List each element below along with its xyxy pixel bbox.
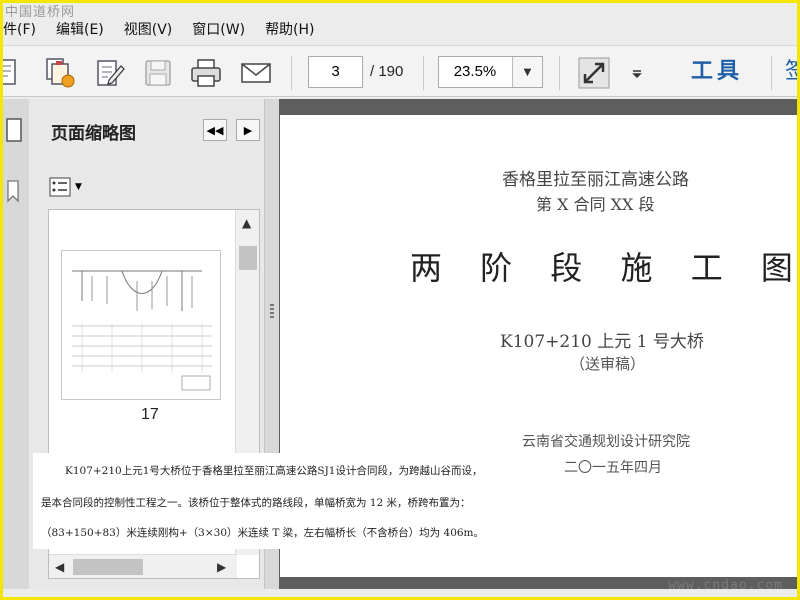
collapse-panel-button[interactable]: ◀◀	[203, 119, 227, 141]
zoom-select[interactable]: 23.5% ▼	[438, 56, 543, 88]
site-url-watermark: www.cndao.com	[668, 578, 783, 593]
options-list-icon	[49, 177, 71, 197]
panel-title: 页面缩略图	[51, 124, 136, 144]
toolbar-divider	[771, 56, 772, 90]
menu-edit[interactable]: 编辑(E)	[56, 19, 104, 39]
bookmark-icon[interactable]	[5, 179, 25, 203]
more-menu-icon[interactable]	[627, 56, 647, 90]
save-icon[interactable]	[141, 56, 175, 90]
create-pdf-icon[interactable]	[3, 56, 23, 90]
caption-line: 是本合同段的控制性工程之一。该桥位于整体式的路线段，单幅桥宽为 12 米，桥跨布…	[41, 497, 471, 509]
menu-window[interactable]: 窗口(W)	[192, 19, 245, 39]
thumbnail-page-number: 17	[141, 406, 159, 423]
print-icon[interactable]	[189, 56, 223, 90]
splitter-grip[interactable]	[270, 304, 274, 318]
nav-icon-strip	[3, 99, 29, 589]
page-thumbnail[interactable]	[61, 250, 221, 400]
toolbar-divider	[291, 56, 292, 90]
combine-files-icon[interactable]	[43, 56, 77, 90]
contract-section: 第 X 合同 XX 段	[536, 195, 655, 214]
app-window: 中国道桥网 件(F) 编辑(E) 视图(V) 窗口(W) 帮助(H) 3 / 1…	[0, 0, 800, 600]
page-thumbnails-icon[interactable]	[5, 117, 25, 145]
caption-line: K107+210上元1号大桥位于香格里拉至丽江高速公路SJ1设计合同段，为跨越山…	[65, 465, 483, 477]
scrollbar-thumb[interactable]	[239, 246, 257, 270]
toolbar: 3 / 190 23.5% ▼ 工具 签	[3, 45, 797, 97]
site-watermark: 中国道桥网	[5, 5, 76, 20]
tools-button[interactable]: 工具	[691, 56, 743, 88]
menu-view[interactable]: 视图(V)	[124, 19, 173, 39]
project-name: 香格里拉至丽江高速公路	[502, 170, 689, 190]
scroll-left-icon[interactable]: ◀	[55, 560, 64, 574]
bridge-name: K107+210 上元 1 号大桥	[500, 332, 704, 352]
chevron-down-icon[interactable]: ▼	[512, 57, 542, 87]
menu-bar: 件(F) 编辑(E) 视图(V) 窗口(W) 帮助(H)	[3, 15, 797, 43]
toolbar-divider	[559, 56, 560, 90]
chevron-down-icon: ▼	[75, 182, 82, 192]
scroll-right-icon[interactable]: ▶	[217, 560, 226, 574]
sign-button[interactable]: 签	[785, 56, 797, 88]
document-date: 二〇一五年四月	[564, 460, 662, 476]
menu-help[interactable]: 帮助(H)	[265, 19, 314, 39]
scroll-up-icon[interactable]: ▲	[242, 216, 251, 230]
email-icon[interactable]	[239, 56, 273, 90]
fit-window-icon[interactable]	[577, 56, 611, 90]
document-title: 两 阶 段 施 工 图 设 计	[410, 249, 797, 287]
edit-icon[interactable]	[93, 56, 127, 90]
scrollbar-thumb[interactable]	[73, 559, 143, 575]
institute-name: 云南省交通规划设计研究院	[522, 434, 690, 450]
page-total-label: / 190	[370, 63, 404, 80]
draft-label: （送审稿）	[570, 355, 646, 373]
thumbnail-options-button[interactable]: ▼	[49, 175, 91, 199]
toolbar-divider	[423, 56, 424, 90]
thumbnail-scrollbar-horizontal[interactable]: ◀ ▶	[49, 554, 237, 578]
caption-line: （83+150+83）米连续刚构+（3×30）米连续 T 梁，左右幅桥长（不含桥…	[41, 527, 485, 539]
expand-panel-button[interactable]: ▶	[236, 119, 260, 141]
menu-file[interactable]: 件(F)	[3, 19, 36, 39]
page-number-input[interactable]: 3	[308, 56, 363, 88]
zoom-value[interactable]: 23.5%	[439, 57, 511, 87]
description-caption: K107+210上元1号大桥位于香格里拉至丽江高速公路SJ1设计合同段，为跨越山…	[33, 453, 553, 549]
